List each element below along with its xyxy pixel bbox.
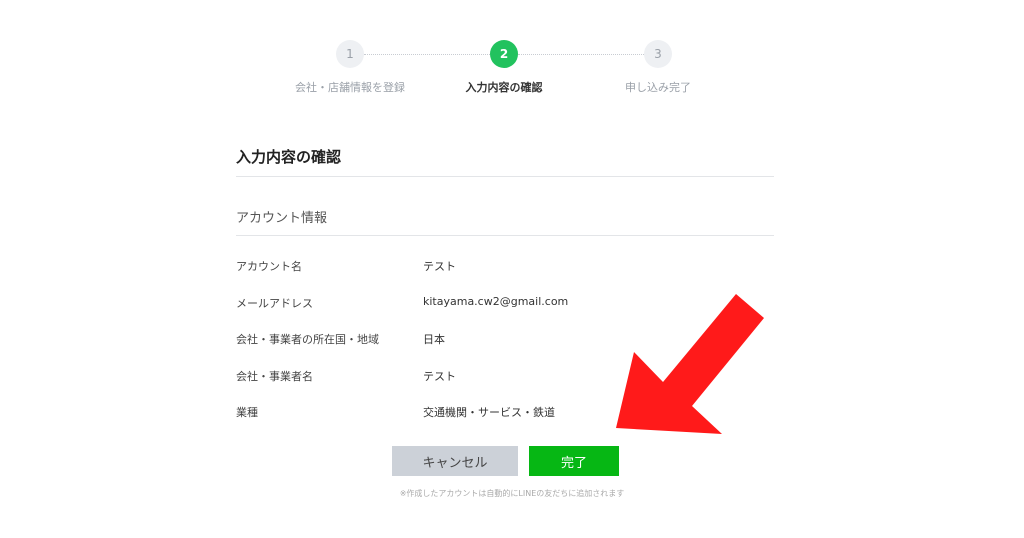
field-value: テスト [423, 370, 456, 383]
cancel-button[interactable]: キャンセル [392, 446, 518, 476]
field-label: 業種 [236, 406, 258, 419]
field-value: 日本 [423, 333, 445, 346]
field-label: 会社・事業者名 [236, 370, 313, 383]
step-2-circle: 2 [490, 40, 518, 68]
red-arrow-icon [616, 294, 764, 434]
step-3-circle: 3 [644, 40, 672, 68]
divider [236, 235, 774, 236]
field-value: 交通機関・サービス・鉄道 [423, 406, 555, 419]
done-button[interactable]: 完了 [529, 446, 619, 476]
page-title: 入力内容の確認 [236, 148, 342, 166]
step-connector [364, 54, 490, 55]
divider [236, 176, 774, 177]
page: 1 2 3 会社・店舗情報を登録 入力内容の確認 申し込み完了 入力内容の確認 … [0, 0, 1024, 538]
progress-stepper: 1 2 3 会社・店舗情報を登録 入力内容の確認 申し込み完了 [0, 0, 1024, 100]
field-label: 会社・事業者の所在国・地域 [236, 333, 379, 346]
field-label: アカウント名 [236, 260, 302, 273]
step-1-label: 会社・店舗情報を登録 [295, 81, 405, 94]
step-connector [518, 54, 644, 55]
field-value: テスト [423, 260, 456, 273]
step-3-label: 申し込み完了 [625, 81, 691, 94]
step-2-label: 入力内容の確認 [465, 81, 543, 94]
field-row-account-name: アカウント名 テスト [236, 258, 774, 276]
field-value: kitayama.cw2@gmail.com [423, 295, 569, 308]
friend-add-note: ※作成したアカウントは自動的にLINEの友だちに追加されます [399, 489, 625, 498]
section-title: アカウント情報 [236, 211, 328, 226]
field-label: メールアドレス [236, 297, 313, 310]
step-1-circle: 1 [336, 40, 364, 68]
